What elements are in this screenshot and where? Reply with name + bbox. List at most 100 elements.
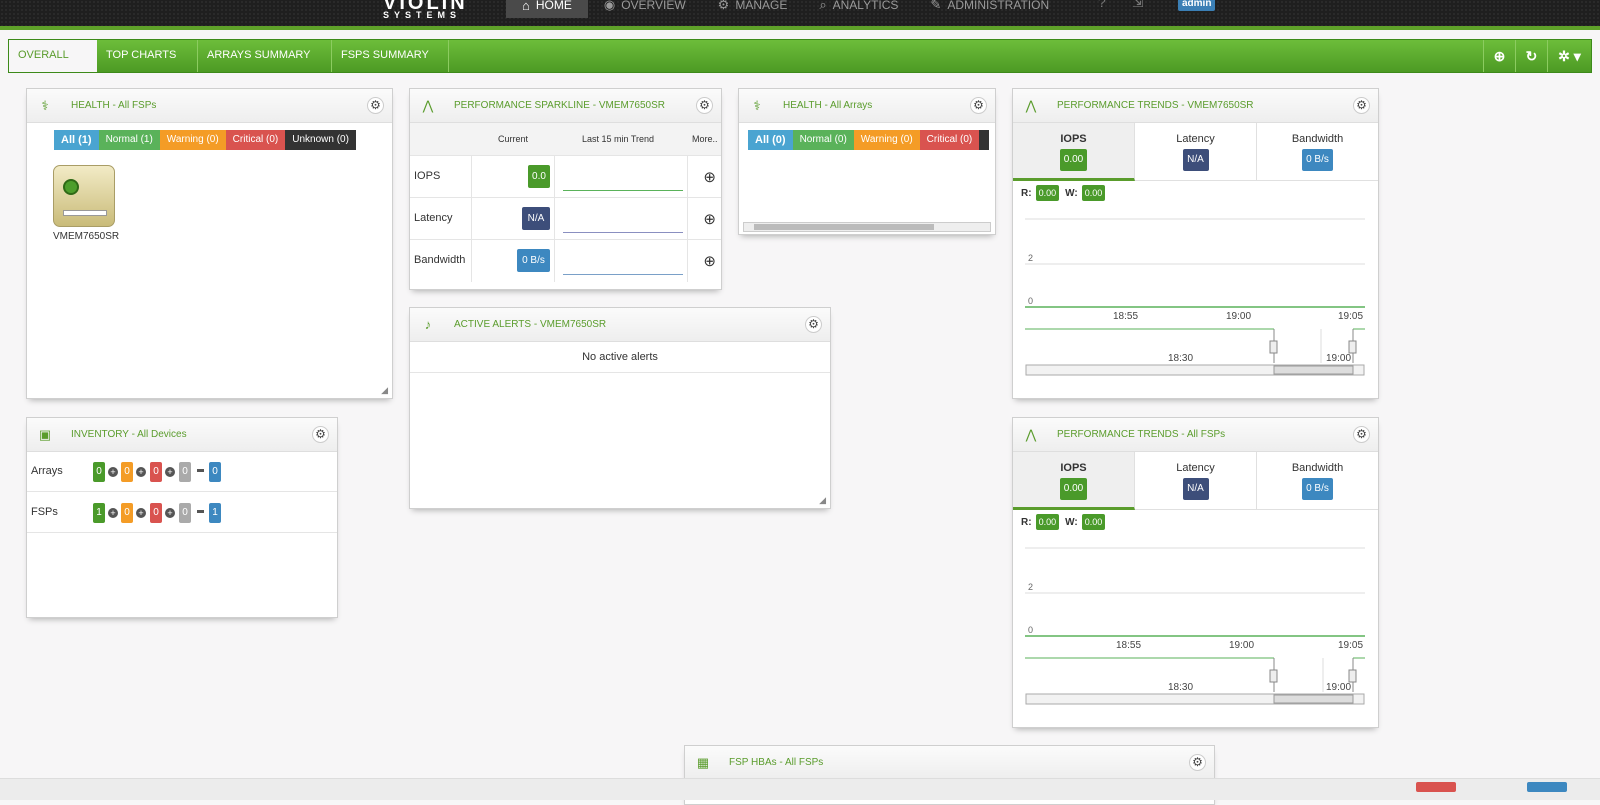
navigator-scrollbar-thumb[interactable] bbox=[1273, 365, 1354, 375]
nav-overview[interactable]: ◉ OVERVIEW bbox=[588, 0, 702, 18]
critical-alert-indicator[interactable] bbox=[1416, 782, 1456, 792]
gear-icon[interactable]: ⚙ bbox=[1189, 754, 1206, 771]
tab-arrays-summary[interactable]: ARRAYS SUMMARY bbox=[198, 40, 332, 72]
panel-title: HEALTH - All Arrays bbox=[783, 100, 873, 111]
plus-icon: + bbox=[108, 508, 118, 518]
bandwidth-sparkline bbox=[563, 274, 683, 275]
navigator-handle-right[interactable] bbox=[1348, 340, 1357, 354]
nav-underline bbox=[0, 26, 1600, 30]
filter-all[interactable]: All (1) bbox=[54, 130, 99, 150]
nav-manage[interactable]: ⚙ MANAGE bbox=[702, 0, 804, 18]
nav-home[interactable]: ⌂ HOME bbox=[506, 0, 588, 18]
tab-iops[interactable]: IOPS 0.00 bbox=[1013, 452, 1135, 510]
trend-chart-svg: 2 0 18:55 19:00 19:05 18:30 19:00 bbox=[1025, 218, 1365, 376]
add-widget-icon[interactable]: ⊕ bbox=[1483, 40, 1515, 72]
gear-icon[interactable]: ⚙ bbox=[970, 97, 987, 114]
filter-critical[interactable]: Critical (0) bbox=[225, 130, 286, 150]
tab-latency[interactable]: Latency N/A bbox=[1135, 452, 1257, 510]
equals-icon bbox=[197, 510, 204, 513]
pulse-icon: ⋀ bbox=[1025, 98, 1037, 113]
navigator-scrollbar-thumb[interactable] bbox=[1273, 694, 1354, 704]
zoom-icon[interactable]: ⊕ bbox=[703, 168, 716, 186]
pulse-icon: ⋀ bbox=[422, 98, 434, 113]
nav-administration[interactable]: ✎ ADMINISTRATION bbox=[914, 0, 1065, 18]
nav-analytics[interactable]: ⌕ ANALYTICS bbox=[803, 0, 914, 18]
warning-count: 0 bbox=[121, 462, 133, 482]
x-tick: 19:00 bbox=[1229, 640, 1254, 651]
filter-critical[interactable]: Critical (0) bbox=[919, 130, 980, 150]
horizontal-scrollbar[interactable] bbox=[743, 222, 991, 232]
trend-chart-svg: 2 0 18:55 19:00 19:05 18:30 19:00 bbox=[1025, 547, 1365, 705]
gear-icon[interactable]: ⚙ bbox=[805, 316, 822, 333]
main-nav: ⌂ HOME ◉ OVERVIEW ⚙ MANAGE ⌕ ANALYTICS ✎ ADMI… bbox=[506, 0, 1065, 26]
filter-warning[interactable]: Warning (0) bbox=[853, 130, 920, 150]
gear-icon[interactable]: ⚙ bbox=[696, 97, 713, 114]
range-navigator[interactable]: 18:30 19:00 bbox=[1025, 328, 1365, 376]
filter-unknown[interactable]: Unknown (0) bbox=[285, 130, 356, 150]
range-navigator[interactable]: 18:30 19:00 bbox=[1025, 657, 1365, 705]
tab-bandwidth[interactable]: Bandwidth 0 B/s bbox=[1257, 123, 1378, 181]
nav-analytics-label: ANALYTICS bbox=[832, 0, 899, 12]
filter-all[interactable]: All (0) bbox=[748, 130, 793, 150]
tab-top-charts[interactable]: TOP CHARTS bbox=[97, 40, 198, 72]
nav-administration-label: ADMINISTRATION bbox=[947, 0, 1050, 12]
iops-value: 0.00 bbox=[1059, 478, 1088, 500]
tab-bandwidth[interactable]: Bandwidth 0 B/s bbox=[1257, 452, 1378, 510]
gear-icon[interactable]: ⚙ bbox=[1353, 426, 1370, 443]
table-icon: ▦ bbox=[696, 755, 710, 770]
no-alerts-message: No active alerts bbox=[410, 342, 830, 373]
info-indicator[interactable] bbox=[1527, 782, 1567, 792]
sparkline-panel: ⋀ PERFORMANCE SPARKLINE - VMEM7650SR ⚙ C… bbox=[409, 88, 722, 290]
refresh-icon[interactable]: ↻ bbox=[1515, 40, 1547, 72]
plus-icon: + bbox=[136, 467, 146, 477]
filter-normal[interactable]: Normal (1) bbox=[98, 130, 160, 150]
sparkline-row-latency: Latency N/A ⊕ bbox=[410, 198, 721, 240]
navigator-handle-left[interactable] bbox=[1269, 340, 1278, 354]
tab-label: Latency bbox=[1176, 133, 1215, 145]
read-value: 0.00 bbox=[1035, 185, 1060, 201]
help-icon[interactable]: ? bbox=[1098, 0, 1106, 10]
x-tick: 19:05 bbox=[1338, 311, 1363, 322]
metric-tabs: IOPS 0.00 Latency N/A Bandwidth 0 B/s bbox=[1013, 123, 1378, 181]
search-icon: ⌕ bbox=[819, 0, 827, 12]
gear-icon[interactable]: ⚙ bbox=[312, 426, 329, 443]
zoom-icon[interactable]: ⊕ bbox=[703, 210, 716, 228]
value-cell: N/A bbox=[471, 198, 554, 239]
gear-icon[interactable]: ⚙ bbox=[367, 97, 384, 114]
navigator-handle-left[interactable] bbox=[1269, 669, 1278, 683]
navigator-tick: 18:30 bbox=[1168, 682, 1193, 693]
filter-warning[interactable]: Warning (0) bbox=[159, 130, 226, 150]
device-tile[interactable]: VMEM7650SR bbox=[53, 165, 119, 242]
logout-icon[interactable]: ⇲ bbox=[1132, 0, 1144, 11]
navigator-tick: 18:30 bbox=[1168, 353, 1193, 364]
tab-fsps-summary[interactable]: FSPS SUMMARY bbox=[332, 40, 449, 72]
scrollbar-thumb[interactable] bbox=[754, 224, 934, 230]
trend-cell bbox=[554, 198, 687, 239]
nav-overview-label: OVERVIEW bbox=[621, 0, 686, 12]
resize-handle-icon[interactable]: ◢ bbox=[819, 495, 826, 506]
clipboard-icon: ▣ bbox=[38, 427, 52, 442]
tab-latency[interactable]: Latency N/A bbox=[1135, 123, 1257, 181]
row-label: Latency bbox=[414, 212, 453, 224]
value-cell: 0 B/s bbox=[471, 240, 554, 282]
tab-iops[interactable]: IOPS 0.00 bbox=[1013, 123, 1135, 181]
gear-icon[interactable]: ⚙ bbox=[1353, 97, 1370, 114]
filter-normal[interactable]: Normal (0) bbox=[792, 130, 854, 150]
navigator-handle-right[interactable] bbox=[1348, 669, 1357, 683]
navigator-tick: 19:00 bbox=[1326, 353, 1351, 364]
gears-icon: ⚙ bbox=[717, 0, 730, 12]
resize-handle-icon[interactable]: ◢ bbox=[381, 385, 388, 396]
eye-icon: ◉ bbox=[603, 0, 616, 12]
latency-value: N/A bbox=[522, 207, 550, 230]
user-badge[interactable]: admin bbox=[1178, 0, 1216, 11]
magic-wand-icon[interactable]: ✲ ▾ bbox=[1547, 40, 1591, 72]
violin-logo[interactable]: VIOLIN SYSTEMS bbox=[383, 0, 468, 20]
tab-overall[interactable]: OVERALL bbox=[9, 40, 97, 72]
nav-manage-label: MANAGE bbox=[735, 0, 788, 12]
filter-unknown[interactable] bbox=[979, 130, 990, 150]
read-write-row: R: 0.00 W: 0.00 bbox=[1021, 514, 1111, 530]
wrench-icon: ✎ bbox=[930, 0, 942, 12]
read-value: 0.00 bbox=[1035, 514, 1060, 530]
panel-title: HEALTH - All FSPs bbox=[71, 100, 157, 111]
zoom-icon[interactable]: ⊕ bbox=[703, 252, 716, 270]
